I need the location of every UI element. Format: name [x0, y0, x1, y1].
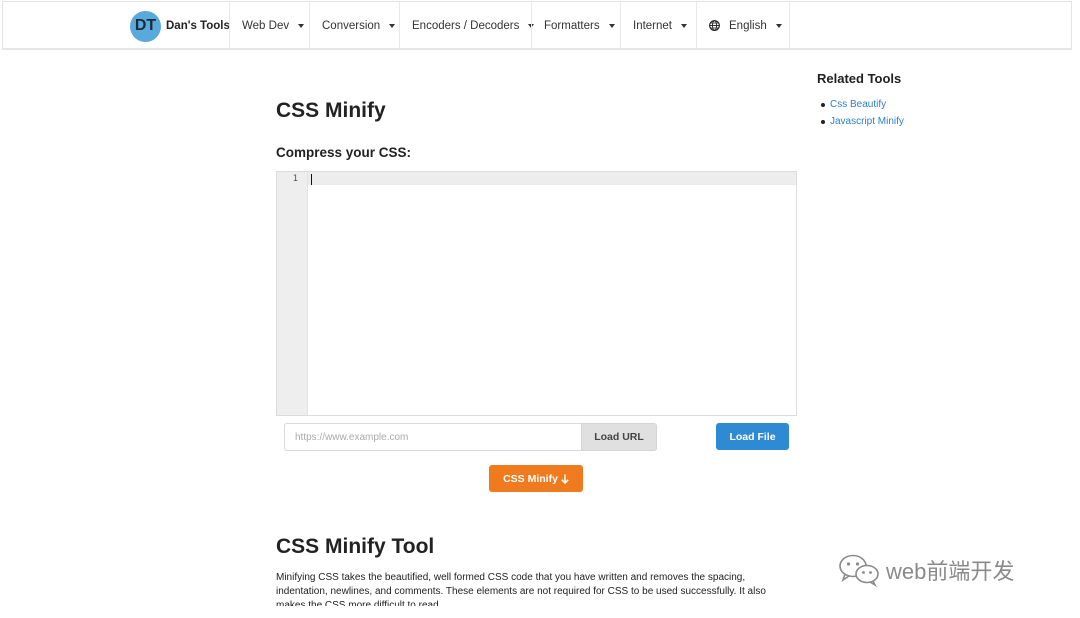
nav-web-dev[interactable]: Web Dev [229, 2, 316, 49]
caret-down-icon [775, 23, 782, 28]
active-line-highlight [308, 172, 796, 185]
nav-divider [789, 2, 790, 49]
language-label: English [729, 19, 767, 32]
related-tools-title: Related Tools [817, 71, 902, 86]
caret-down-icon [389, 23, 396, 28]
css-code-editor[interactable]: 1 [276, 171, 797, 416]
related-link-javascript-minify[interactable]: Javascript Minify [821, 114, 904, 131]
editor-heading: Compress your CSS: [276, 145, 412, 160]
css-minify-button[interactable]: CSS Minify [489, 465, 583, 492]
load-url-button[interactable]: Load URL [581, 423, 657, 451]
brand-logo: DT [130, 10, 161, 42]
top-navbar: DT Dan's Tools Web Dev Conversion Encode… [2, 1, 1072, 50]
caret-down-icon [681, 23, 687, 28]
section-title: CSS Minify Tool [276, 535, 435, 558]
caret-down-icon [608, 23, 615, 28]
watermark-text: web前端开发 [886, 559, 1015, 584]
related-link-css-beautify[interactable]: Css Beautify [821, 97, 904, 114]
tool-description: Minifying CSS takes the beautified, well… [276, 572, 766, 606]
caret-down-icon [298, 23, 305, 28]
load-file-button[interactable]: Load File [716, 423, 789, 450]
url-input[interactable] [284, 423, 582, 451]
watermark: web前端开发 [838, 553, 1014, 587]
nav-formatters[interactable]: Formatters [531, 2, 627, 49]
related-tools-list: Css Beautify Javascript Minify [821, 97, 904, 131]
line-number-gutter: 1 [277, 172, 308, 415]
nav-encoders-decoders[interactable]: Encoders / Decoders [399, 2, 546, 49]
nav-item-label: Formatters [544, 19, 600, 32]
nav-language[interactable]: English [696, 2, 794, 49]
nav-internet[interactable]: Internet [620, 2, 699, 49]
text-cursor [311, 174, 312, 185]
line-number: 1 [292, 174, 298, 184]
arrow-down-icon [561, 474, 569, 484]
brand-link[interactable]: DT Dan's Tools [130, 10, 230, 42]
globe-icon [709, 20, 720, 31]
brand-name: Dan's Tools [166, 20, 230, 32]
wechat-icon [839, 554, 879, 587]
nav-item-label: Encoders / Decoders [412, 19, 520, 32]
nav-conversion[interactable]: Conversion [309, 2, 407, 49]
page-title: CSS Minify [276, 99, 386, 122]
nav-item-label: Internet [633, 19, 672, 32]
nav-item-label: Conversion [322, 19, 381, 32]
nav-item-label: Web Dev [242, 19, 290, 32]
css-minify-label: CSS Minify [503, 472, 558, 485]
